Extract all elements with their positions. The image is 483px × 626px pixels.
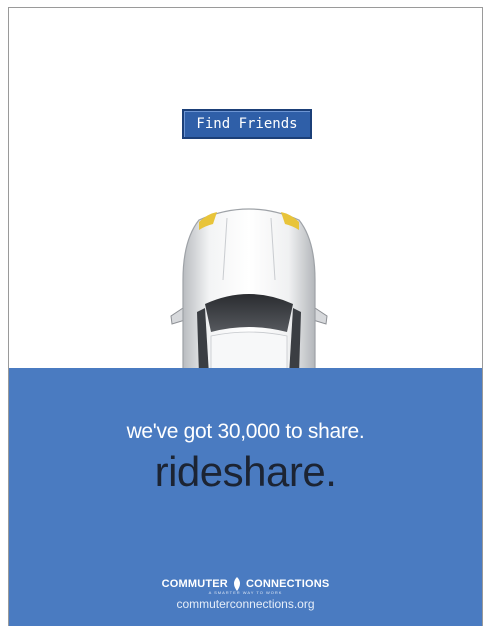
logo-text-right: CONNECTIONS (245, 578, 330, 590)
promo-banner: we've got 30,000 to share. rideshare. CO… (9, 368, 482, 626)
banner-headline: rideshare. (154, 448, 337, 495)
page-frame: Find Friends we've got 30,000 to share. … (8, 7, 483, 626)
logo-text-left: COMMUTER (161, 578, 228, 590)
find-friends-button-label: Find Friends (196, 116, 298, 132)
find-friends-button[interactable]: Find Friends (182, 109, 312, 139)
leaf-icon (233, 577, 240, 591)
car-top-view-icon (170, 208, 328, 375)
banner-tagline: we've got 30,000 to share. (126, 420, 365, 443)
website-url[interactable]: commuterconnections.org (9, 597, 482, 611)
logo-tagline: A SMARTER WAY TO WORK (208, 590, 283, 595)
commuter-connections-logo: COMMUTER CONNECTIONS (9, 577, 482, 591)
